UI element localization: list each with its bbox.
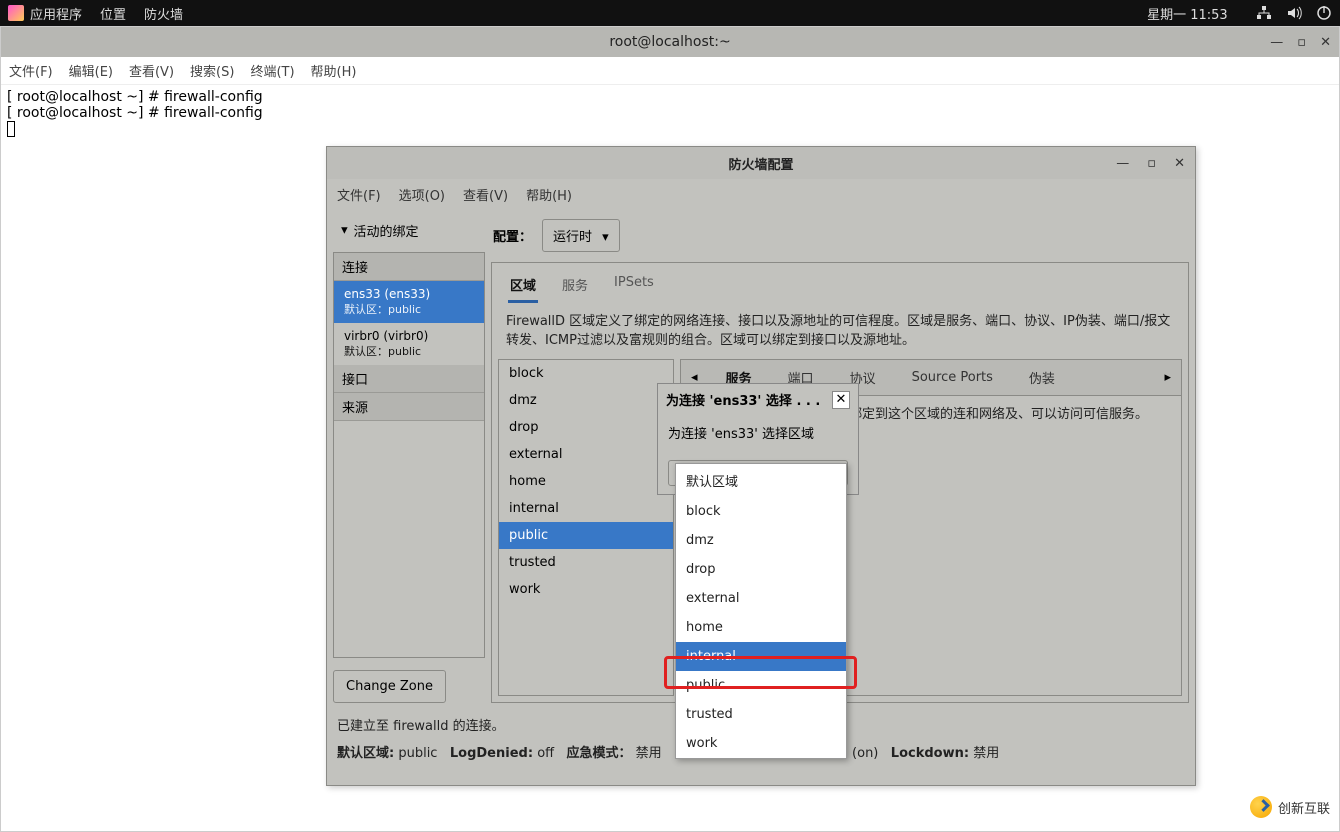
- terminal-menu-edit[interactable]: 编辑(E): [69, 61, 113, 80]
- firewall-tabs: 区域 服务 IPSets: [492, 263, 1188, 303]
- panel-tray: [1246, 5, 1332, 21]
- network-icon[interactable]: [1256, 5, 1272, 21]
- top-panel: 应用程序 位置 防火墙 星期一 11:53: [0, 0, 1340, 26]
- terminal-titlebar[interactable]: root@localhost:~ — ▫ ✕: [1, 27, 1339, 57]
- tab-zone[interactable]: 区域: [508, 269, 538, 303]
- section-interfaces: 接口: [334, 365, 484, 393]
- zone-item-block[interactable]: block: [499, 360, 673, 387]
- zone-item-dmz[interactable]: dmz: [499, 387, 673, 414]
- panel-applications[interactable]: 应用程序: [30, 4, 82, 23]
- dialog-title: 为连接 'ens33' 选择 . . .: [666, 390, 820, 409]
- tab-services[interactable]: 服务: [560, 269, 590, 303]
- zd-tab-masquerade[interactable]: 伪装: [1011, 360, 1073, 395]
- panel-firewall[interactable]: 防火墙: [144, 4, 183, 23]
- caret-down-icon: ▾: [602, 230, 609, 245]
- config-dropdown[interactable]: 运行时 ▾: [542, 219, 620, 252]
- fw-menu-view[interactable]: 查看(V): [463, 185, 508, 204]
- dialog-close-button[interactable]: ✕: [832, 391, 850, 409]
- connection-sub: 默认区：public: [344, 301, 474, 317]
- zd-tab-source-ports[interactable]: Source Ports: [894, 362, 1011, 393]
- config-value: 运行时: [553, 230, 592, 245]
- firewall-minimize-button[interactable]: —: [1116, 156, 1129, 171]
- section-connections: 连接: [334, 253, 484, 281]
- zone-item-internal[interactable]: internal: [499, 495, 673, 522]
- terminal-menu-view[interactable]: 查看(V): [129, 61, 174, 80]
- dd-option-block[interactable]: block: [676, 497, 846, 526]
- dd-option-trusted[interactable]: trusted: [676, 700, 846, 729]
- volume-icon[interactable]: [1286, 5, 1302, 21]
- firewall-maximize-button[interactable]: ▫: [1147, 156, 1156, 171]
- change-zone-button[interactable]: Change Zone: [333, 670, 446, 703]
- terminal-line: [ root@localhost ~] # firewall-config: [7, 105, 263, 121]
- chevron-down-icon: ▸: [337, 227, 352, 234]
- terminal-content[interactable]: [ root@localhost ~] # firewall-config [ …: [1, 85, 1339, 141]
- zone-item-public[interactable]: public: [499, 522, 673, 549]
- dd-option-public[interactable]: public: [676, 671, 846, 700]
- terminal-menu-help[interactable]: 帮助(H): [311, 61, 357, 80]
- section-sources: 来源: [334, 393, 484, 421]
- terminal-menu-terminal[interactable]: 终端(T): [250, 61, 294, 80]
- panel-places[interactable]: 位置: [100, 4, 126, 23]
- dd-option-internal[interactable]: internal: [676, 642, 846, 671]
- dialog-body-text: 为连接 'ens33' 选择区域: [668, 423, 848, 442]
- terminal-menubar: 文件(F) 编辑(E) 查看(V) 搜索(S) 终端(T) 帮助(H): [1, 57, 1339, 85]
- dd-option-external[interactable]: external: [676, 584, 846, 613]
- terminal-menu-search[interactable]: 搜索(S): [190, 61, 234, 80]
- zone-item-work[interactable]: work: [499, 576, 673, 603]
- panel-logo-icon: [8, 5, 24, 21]
- dd-option-home[interactable]: home: [676, 613, 846, 642]
- watermark-logo-icon: [1250, 796, 1272, 818]
- firewall-title: 防火墙配置: [728, 154, 793, 173]
- terminal-line: [ root@localhost ~] # firewall-config: [7, 89, 263, 105]
- dialog-titlebar[interactable]: 为连接 'ens33' 选择 . . . ✕: [658, 384, 858, 415]
- zd-scroll-right[interactable]: ▸: [1154, 364, 1181, 391]
- terminal-minimize-button[interactable]: —: [1270, 36, 1283, 49]
- zone-item-trusted[interactable]: trusted: [499, 549, 673, 576]
- active-bindings-label: 活动的绑定: [354, 221, 419, 240]
- power-icon[interactable]: [1316, 5, 1332, 21]
- terminal-cursor: [7, 121, 15, 137]
- terminal-title: root@localhost:~: [609, 34, 730, 50]
- zone-item-home[interactable]: home: [499, 468, 673, 495]
- connection-name: ens33 (ens33): [344, 287, 474, 301]
- connection-item-ens33[interactable]: ens33 (ens33) 默认区：public: [334, 281, 484, 323]
- panel-clock[interactable]: 星期一 11:53: [1147, 4, 1228, 23]
- fw-menu-file[interactable]: 文件(F): [337, 185, 381, 204]
- firewall-menubar: 文件(F) 选项(O) 查看(V) 帮助(H): [327, 179, 1195, 209]
- dd-option-dmz[interactable]: dmz: [676, 526, 846, 555]
- config-label: 配置：: [493, 226, 532, 245]
- terminal-menu-file[interactable]: 文件(F): [9, 61, 53, 80]
- watermark-text: 创新互联: [1278, 798, 1330, 817]
- firewall-titlebar[interactable]: 防火墙配置 — ▫ ✕: [327, 147, 1195, 179]
- watermark: 创新互联: [1250, 796, 1330, 818]
- tab-ipsets[interactable]: IPSets: [612, 269, 656, 303]
- zone-dropdown-list[interactable]: 默认区域blockdmzdropexternalhomeinternalpubl…: [675, 463, 847, 759]
- connection-item-virbr0[interactable]: virbr0 (virbr0) 默认区：public: [334, 323, 484, 365]
- zone-description: FirewallD 区域定义了绑定的网络连接、接口以及源地址的可信程度。区域是服…: [492, 303, 1188, 359]
- terminal-maximize-button[interactable]: ▫: [1297, 36, 1306, 49]
- dd-option-默认区域[interactable]: 默认区域: [676, 464, 846, 497]
- dd-option-drop[interactable]: drop: [676, 555, 846, 584]
- firewall-close-button[interactable]: ✕: [1174, 156, 1185, 171]
- connection-name: virbr0 (virbr0): [344, 329, 474, 343]
- zone-item-external[interactable]: external: [499, 441, 673, 468]
- fw-menu-options[interactable]: 选项(O): [399, 185, 445, 204]
- fw-menu-help[interactable]: 帮助(H): [526, 185, 572, 204]
- firewall-left-pane: ▸ 活动的绑定 连接 ens33 (ens33) 默认区：public virb…: [333, 215, 485, 703]
- active-bindings-header[interactable]: ▸ 活动的绑定: [333, 215, 485, 246]
- zone-item-drop[interactable]: drop: [499, 414, 673, 441]
- terminal-close-button[interactable]: ✕: [1320, 36, 1331, 49]
- zone-list[interactable]: blockdmzdropexternalhomeinternalpublictr…: [498, 359, 674, 696]
- connection-sub: 默认区：public: [344, 343, 474, 359]
- dd-option-work[interactable]: work: [676, 729, 846, 758]
